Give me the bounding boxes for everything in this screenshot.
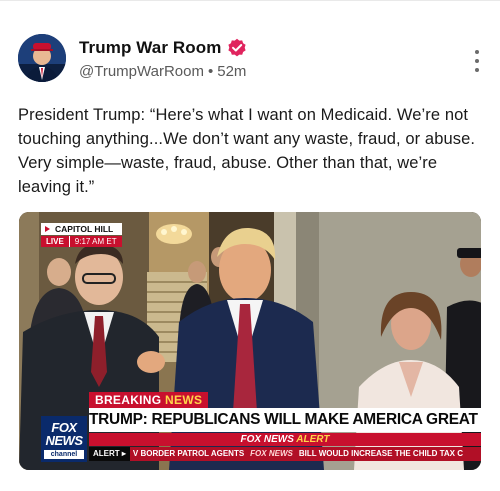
ticker-alert-label: ALERT ▸ [89,447,130,461]
breaking-news-banner: BREAKING NEWS [89,392,209,408]
meta-separator: • [207,63,214,80]
author-handle[interactable]: @TrumpWarRoom [79,63,204,80]
location-label: CAPITOL HILL [41,223,122,235]
more-options-icon[interactable] [466,48,488,74]
verified-badge-icon [227,38,247,58]
post-timestamp[interactable]: 52m [217,63,246,80]
live-label: LIVE [41,236,69,247]
breaking-word: BREAKING [95,393,162,407]
avatar[interactable] [18,34,66,82]
author-info: Trump War Room @TrumpWarRoom • 52m [79,36,247,80]
fox-logo-line2: NEWS [45,433,84,448]
broadcast-time: 9:17 AM ET [68,236,122,247]
fox-logo-line3: channel [44,450,84,459]
author-display-name[interactable]: Trump War Room [79,38,221,58]
fox-news-alert-bar: FOX NEWS ALERT [89,433,481,446]
breaking-news-word: NEWS [165,393,203,407]
fox-news-logo: FOX NEWS channel [41,416,87,462]
location-tag: CAPITOL HILL LIVE 9:17 AM ET [41,223,122,247]
post-body-text: President Trump: “Here’s what I want on … [18,106,476,196]
alert-brand: FOX NEWS [240,434,294,445]
ticker-brand: FOX NEWS [250,449,293,458]
post-card[interactable]: Trump War Room @TrumpWarRoom • 52m Preside… [0,0,500,491]
ticker-text-2: BILL WOULD INCREASE THE CHILD TAX C [298,449,463,458]
post-header: Trump War Room @TrumpWarRoom • 52m [18,34,488,90]
ticker-text-1: V BORDER PATROL AGENTS [132,449,245,458]
news-headline: TRUMP: REPUBLICANS WILL MAKE AMERICA GRE… [89,408,481,432]
alert-word: ALERT [296,434,330,445]
author-meta: @TrumpWarRoom • 52m [79,63,247,80]
news-ticker: ALERT ▸ V BORDER PATROL AGENTS FOX NEWS … [89,447,481,461]
post-media-image[interactable]: CAPITOL HILL LIVE 9:17 AM ET BREAKING NE… [19,212,481,470]
